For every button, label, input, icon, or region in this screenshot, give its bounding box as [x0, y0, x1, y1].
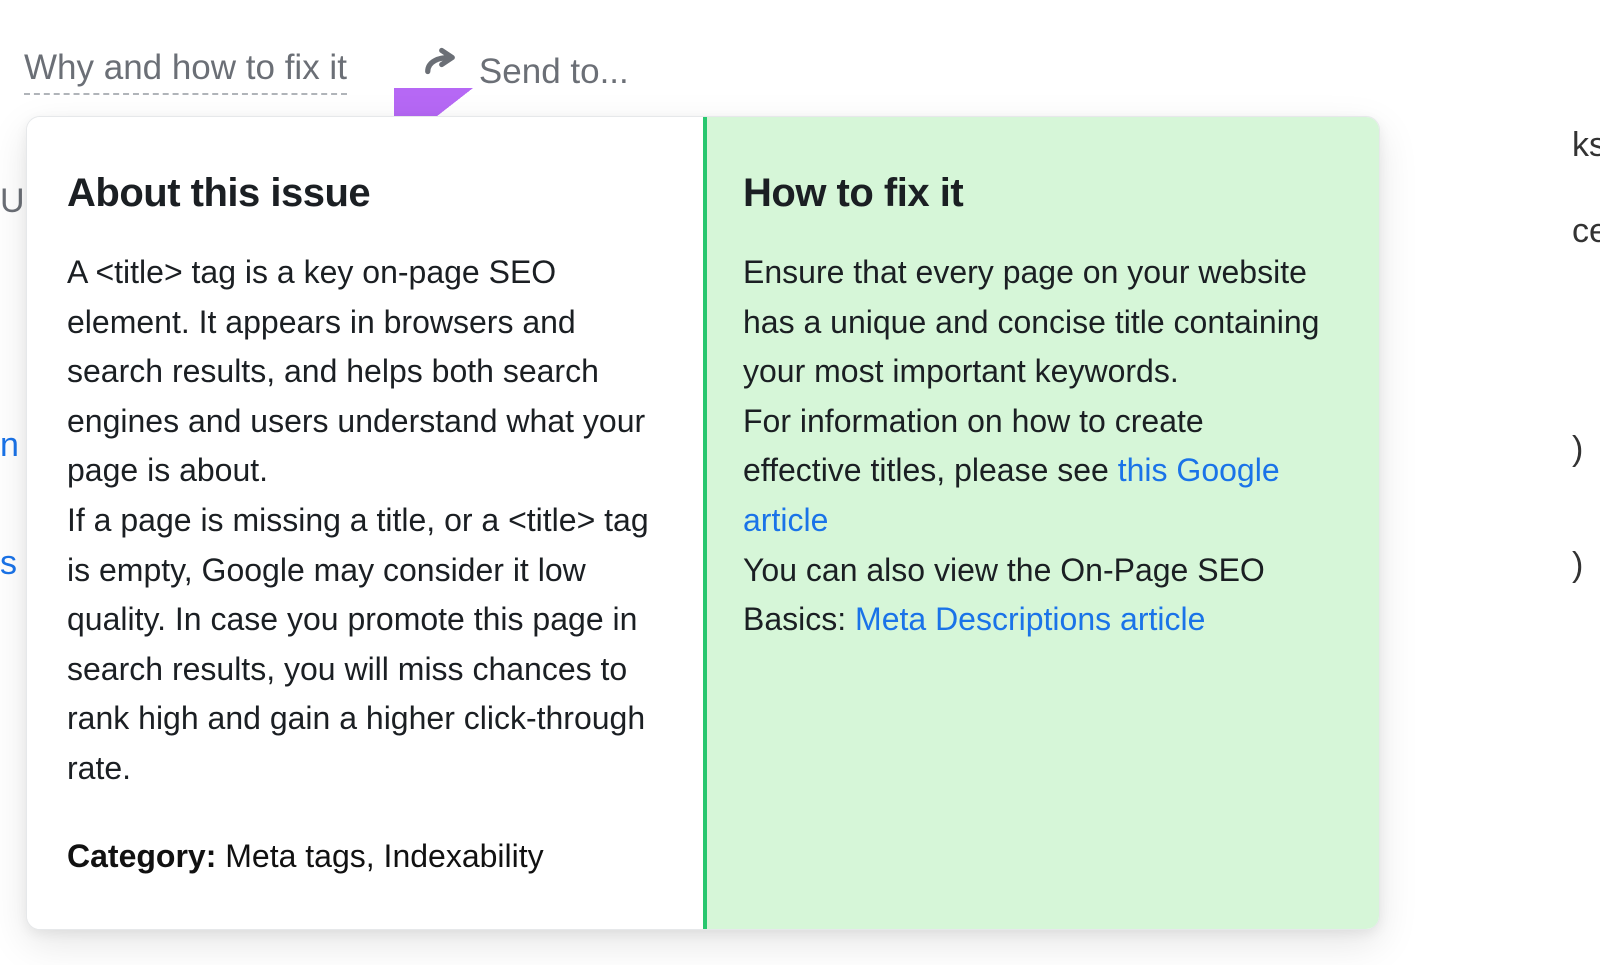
about-column: About this issue A <title> tag is a key … — [27, 117, 703, 929]
share-arrow-icon — [419, 47, 461, 98]
bg-fragment: ) — [1572, 546, 1600, 585]
about-para-2: If a page is missing a title, or a <titl… — [67, 496, 655, 794]
fix-para-1: Ensure that every page on your website h… — [743, 248, 1331, 397]
bg-fragment: ks — [1572, 126, 1600, 165]
about-para-1: A <title> tag is a key on-page SEO eleme… — [67, 248, 655, 496]
why-and-how-link[interactable]: Why and how to fix it — [24, 49, 347, 96]
category-row: Category: Meta tags, Indexability — [67, 838, 655, 875]
meta-descriptions-link[interactable]: Meta Descriptions article — [855, 601, 1205, 637]
send-to-button[interactable]: Send to... — [419, 47, 629, 98]
fix-body: Ensure that every page on your website h… — [743, 248, 1331, 645]
issue-help-popover: About this issue A <title> tag is a key … — [26, 116, 1380, 930]
about-body: A <title> tag is a key on-page SEO eleme… — [67, 248, 655, 794]
bg-fragment: ce — [1572, 212, 1600, 251]
fix-heading: How to fix it — [743, 171, 1331, 216]
bg-fragment: s — [0, 544, 26, 583]
fix-para-3: You can also view the On-Page SEO Basics… — [743, 546, 1331, 645]
toolbar: Why and how to fix it Send to... — [24, 44, 1600, 100]
category-label: Category: — [67, 838, 216, 874]
category-value: Meta tags, Indexability — [216, 838, 543, 874]
bg-fragment: ) — [1572, 430, 1600, 469]
fix-column: How to fix it Ensure that every page on … — [703, 117, 1379, 929]
fix-para-2: For information on how to create effecti… — [743, 397, 1331, 546]
bg-fragment: UF — [0, 182, 26, 221]
bg-fragment: n — [0, 426, 26, 465]
about-heading: About this issue — [67, 171, 655, 216]
send-to-label: Send to... — [479, 52, 629, 92]
